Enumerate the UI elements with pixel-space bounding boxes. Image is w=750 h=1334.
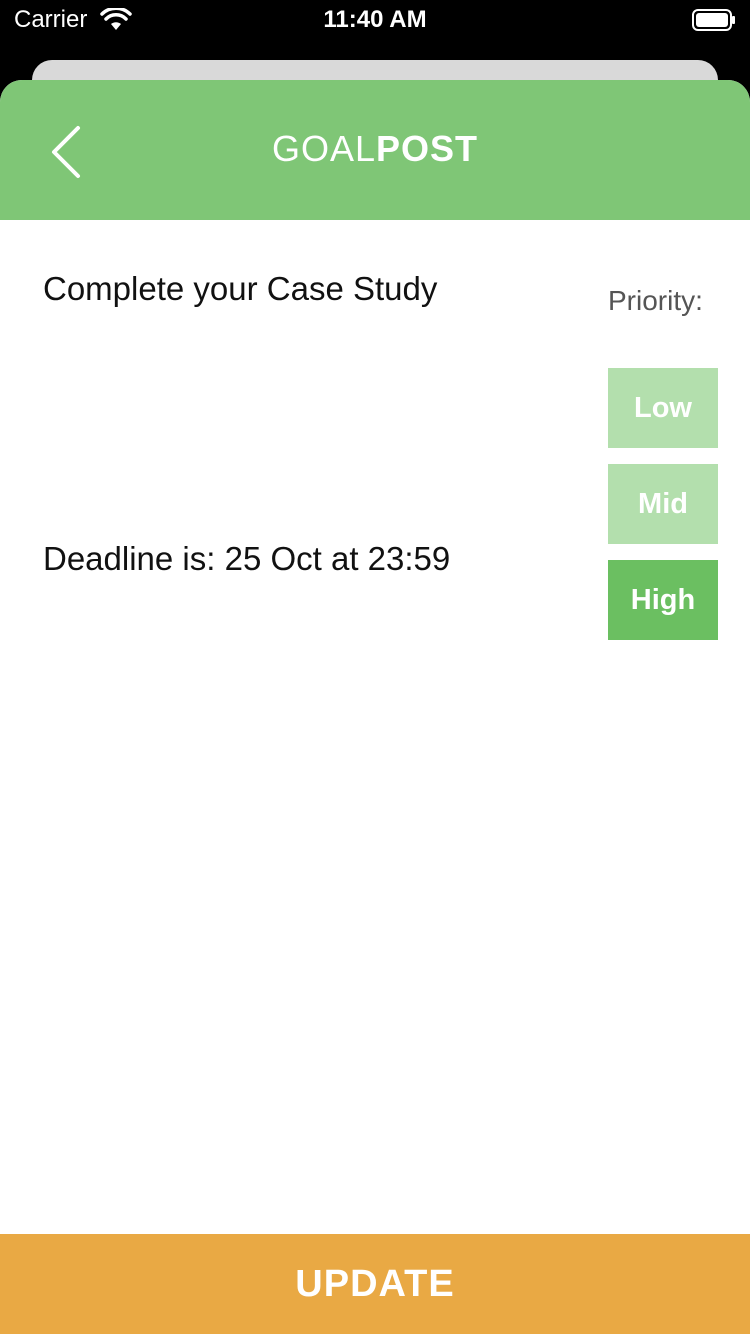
status-bar: Carrier 11:40 AM [0, 0, 750, 60]
battery-icon [692, 9, 735, 31]
priority-mid-button[interactable]: Mid [608, 464, 718, 544]
status-time: 11:40 AM [323, 6, 427, 33]
app-title-bold: POST [376, 128, 479, 169]
update-button[interactable]: UPDATE [0, 1234, 750, 1334]
goal-text: Complete your Case Study [43, 270, 438, 307]
priority-low-button[interactable]: Low [608, 368, 718, 448]
app-title: GOALPOST [0, 128, 750, 170]
goal-sheet: GOALPOST Complete your Case Study Deadli… [0, 80, 750, 1334]
app-title-light: GOAL [271, 128, 377, 169]
priority-label: Priority: [608, 285, 703, 316]
priority-high-button[interactable]: High [608, 560, 718, 640]
deadline-text: Deadline is: 25 Oct at 23:59 [43, 540, 451, 577]
nav-bar: GOALPOST [0, 80, 750, 220]
